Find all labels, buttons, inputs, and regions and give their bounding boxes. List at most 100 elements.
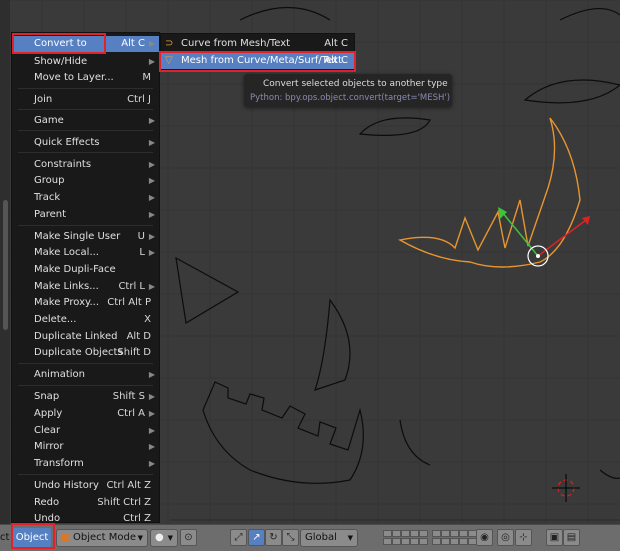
menu-item-shortcut: Alt D	[126, 331, 151, 342]
chevron-down-icon: ▼	[347, 534, 353, 542]
menu-item-snap[interactable]: Snap Shift S ▶	[12, 389, 159, 405]
menu-item-join[interactable]: Join Ctrl J	[12, 92, 159, 108]
menu-item-label: Delete...	[34, 314, 77, 325]
menu-item-group[interactable]: Group ▶	[12, 173, 159, 189]
menu-item-make-single-user[interactable]: Make Single User U ▶	[12, 229, 159, 245]
render-icon[interactable]: ▣	[546, 529, 563, 546]
menu-item-constraints[interactable]: Constraints ▶	[12, 157, 159, 173]
orientation-dropdown[interactable]: Global ▼	[300, 529, 358, 547]
layer-button[interactable]	[401, 538, 410, 545]
x-axis-arrow	[537, 219, 587, 257]
menu-item-shortcut: Ctrl Alt Z	[106, 480, 151, 491]
layer-button[interactable]	[410, 538, 419, 545]
layer-button[interactable]	[432, 530, 441, 537]
menu-item-track[interactable]: Track ▶	[12, 190, 159, 206]
layer-button[interactable]	[450, 530, 459, 537]
menu-item-label: Show/Hide	[34, 56, 88, 67]
layer-button[interactable]	[441, 538, 450, 545]
menu-item-label: Join	[34, 94, 53, 105]
submenu-arrow-icon: ▶	[148, 176, 155, 185]
curve-icon: ⊃	[165, 38, 174, 49]
menu-item-label: Apply	[34, 408, 63, 419]
menu-separator	[18, 152, 153, 153]
menu-item-shortcut: M	[142, 72, 151, 83]
manipulator-toggle-icon[interactable]: ⤢	[230, 529, 247, 546]
menu-item-label: Make Dupli-Face	[34, 264, 116, 275]
layer-button[interactable]	[383, 530, 392, 537]
layer-button[interactable]	[392, 538, 401, 545]
curve-top-right	[559, 7, 620, 21]
menu-item-transform[interactable]: Transform ▶	[12, 456, 159, 472]
menu-item-show-hide[interactable]: Show/Hide ▶	[12, 54, 159, 70]
proportional-edit-icon[interactable]: ◎	[497, 529, 514, 546]
menu-item-label: Make Links...	[34, 281, 99, 292]
menu-item-make-proxy[interactable]: Make Proxy... Ctrl Alt P	[12, 295, 159, 311]
layer-button[interactable]	[450, 538, 459, 545]
menu-item-clear[interactable]: Clear ▶	[12, 423, 159, 439]
layer-button[interactable]	[459, 538, 468, 545]
menu-item-undo-history[interactable]: Undo History Ctrl Alt Z	[12, 478, 159, 494]
menu-item-make-links[interactable]: Make Links... Ctrl L ▶	[12, 279, 159, 295]
menu-item-shortcut: Ctrl Alt P	[107, 297, 151, 308]
chevron-down-icon: ▼	[137, 534, 143, 542]
render-anim-icon[interactable]: ▤	[563, 529, 580, 546]
submenu-arrow-icon: ▶	[148, 210, 155, 219]
layer-button[interactable]	[401, 530, 410, 537]
submenu-arrow-icon: ▶	[148, 57, 155, 66]
curve-corner	[599, 469, 620, 479]
layer-button[interactable]	[432, 538, 441, 545]
submenu-arrow-icon: ▶	[148, 426, 155, 435]
menu-item-mirror[interactable]: Mirror ▶	[12, 439, 159, 455]
scale-icon[interactable]: ⤡	[282, 529, 299, 546]
lock-icon[interactable]: ◉	[476, 529, 493, 546]
menu-item-delete[interactable]: Delete... X	[12, 312, 159, 328]
submenu-arrow-icon: ▶	[148, 193, 155, 202]
menu-item-label: Move to Layer...	[34, 72, 114, 83]
menu-item-make-dupli-face[interactable]: Make Dupli-Face	[12, 262, 159, 278]
layer-button[interactable]	[419, 530, 428, 537]
submenu-arrow-icon: ▶	[148, 370, 155, 379]
layer-button[interactable]	[383, 538, 392, 545]
translate-icon[interactable]: ↗	[248, 529, 265, 546]
menu-item-duplicate-objects[interactable]: Duplicate Objects Shift D	[12, 345, 159, 361]
pivot-icon[interactable]: ⊙	[180, 529, 197, 546]
submenu-arrow-icon: ▶	[148, 282, 155, 291]
menu-item-label: Constraints	[34, 159, 92, 170]
menu-item-shortcut: Ctrl L	[118, 281, 145, 292]
shading-dropdown[interactable]: ● ▼	[150, 529, 178, 547]
menu-item-parent[interactable]: Parent ▶	[12, 207, 159, 223]
menu-item-quick-effects[interactable]: Quick Effects ▶	[12, 135, 159, 151]
menu-item-make-local[interactable]: Make Local... L ▶	[12, 245, 159, 261]
menu-item-label: Undo History	[34, 480, 99, 491]
viewport-header: ct Object ■ Object Mode ▼ ● ▼ ⊙ ⤢ ↗ ↻ ⤡ …	[0, 524, 620, 551]
menu-item-shortcut: Alt C	[121, 38, 145, 49]
layer-button[interactable]	[410, 530, 419, 537]
submenu-item-curve-from-mesh[interactable]: ⊃ Curve from Mesh/Text Alt C	[161, 36, 354, 52]
menu-item-redo[interactable]: Redo Shift Ctrl Z	[12, 495, 159, 511]
annotation-highlight-convert-to	[12, 33, 106, 54]
layer-button[interactable]	[459, 530, 468, 537]
menu-item-move-to-layer[interactable]: Move to Layer... M	[12, 70, 159, 86]
menu-item-label: Redo	[34, 497, 60, 508]
menu-item-animation[interactable]: Animation ▶	[12, 367, 159, 383]
tooltip-description: Convert selected objects to another type	[263, 79, 448, 89]
menu-item-label: Group	[34, 175, 65, 186]
rotate-icon[interactable]: ↻	[265, 529, 282, 546]
layer-button[interactable]	[441, 530, 450, 537]
menu-item-label: Make Proxy...	[34, 297, 100, 308]
menu-separator	[18, 363, 153, 364]
mode-dropdown[interactable]: ■ Object Mode ▼	[56, 529, 148, 547]
viewport-scrollbar[interactable]	[3, 200, 8, 330]
menu-separator	[18, 109, 153, 110]
menu-item-label: Quick Effects	[34, 137, 100, 148]
submenu-arrow-icon: ▶	[148, 248, 155, 257]
snap-icon[interactable]: ⊹	[515, 529, 532, 546]
layer-button[interactable]	[419, 538, 428, 545]
mouth-shape	[202, 381, 364, 484]
object-menu: Convert to Alt C ▶ Show/Hide ▶ Move to Layer.…	[11, 32, 160, 524]
menu-item-duplicate-linked[interactable]: Duplicate Linked Alt D	[12, 329, 159, 345]
menu-item-apply[interactable]: Apply Ctrl A ▶	[12, 406, 159, 422]
menu-item-label: Duplicate Objects	[34, 347, 123, 358]
menu-item-game[interactable]: Game ▶	[12, 113, 159, 129]
layer-button[interactable]	[392, 530, 401, 537]
